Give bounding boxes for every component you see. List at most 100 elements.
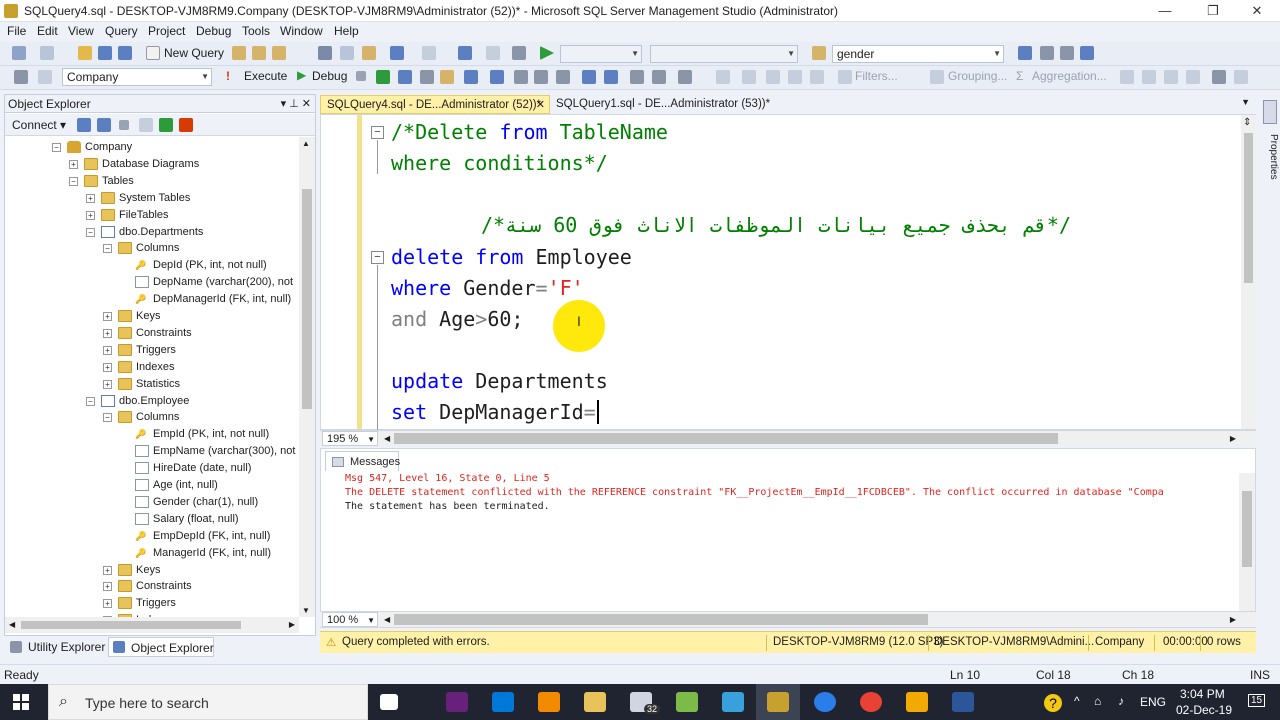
close-button[interactable]: ✕ (1234, 0, 1280, 22)
expand-icon[interactable]: + (103, 582, 112, 592)
dmx-query-icon[interactable] (272, 46, 286, 60)
clock-date[interactable]: 02-Dec-19 (1176, 703, 1232, 717)
decrease-indent-icon[interactable] (630, 70, 644, 84)
registered-servers-icon[interactable] (1018, 46, 1032, 60)
design-icon-6[interactable] (1234, 70, 1248, 84)
collapse-icon[interactable]: − (86, 227, 95, 237)
ssms-taskbar-item[interactable] (756, 684, 800, 720)
change-type-icon[interactable] (716, 70, 730, 84)
file-explorer-icon[interactable] (584, 692, 606, 712)
editor-hscroll-thumb[interactable] (394, 433, 1058, 444)
windows-start-icon[interactable] (13, 694, 29, 710)
refresh-icon[interactable] (159, 118, 173, 132)
messages-hscroll-thumb[interactable] (394, 614, 928, 625)
maximize-button[interactable]: ❐ (1190, 0, 1236, 22)
menu-project[interactable]: Project (148, 24, 185, 38)
app-icon[interactable] (722, 692, 744, 712)
menu-edit[interactable]: Edit (37, 24, 58, 38)
include-plan-icon[interactable] (464, 70, 478, 84)
scroll-thumb[interactable] (1244, 133, 1253, 283)
scroll-up-icon[interactable]: ▲ (302, 139, 310, 148)
design-icon-1[interactable] (1120, 70, 1134, 84)
execute-button[interactable]: Execute (244, 69, 287, 83)
connect-button[interactable]: Connect ▾ (12, 118, 66, 132)
expand-icon[interactable]: + (86, 210, 95, 220)
object-explorer-hscroll[interactable]: ◀ ▶ (5, 617, 299, 633)
show-diagram-icon[interactable] (766, 70, 780, 84)
messages-zoom-combo[interactable]: 100 % ▼ (322, 612, 378, 627)
panel-pin-close-icons[interactable]: ▾ ⊥ ✕ (281, 97, 311, 110)
db-query-icon[interactable] (232, 46, 246, 60)
expand-icon[interactable]: + (103, 565, 112, 575)
filter-icon[interactable] (139, 118, 153, 132)
show-hidden-icons[interactable]: ^ (1074, 694, 1080, 708)
expand-icon[interactable]: + (103, 312, 112, 321)
connect-icon[interactable] (14, 70, 28, 84)
scroll-thumb[interactable] (1242, 491, 1252, 567)
filters-button[interactable]: Filters... (855, 69, 898, 83)
query-options-icon[interactable] (420, 70, 434, 84)
grouping-button[interactable]: Grouping... (948, 69, 1007, 83)
design-icon-5[interactable] (1212, 70, 1226, 84)
tab-object-explorer[interactable]: Object Explorer (108, 637, 214, 657)
find-in-files-icon[interactable] (812, 46, 826, 60)
grouping-icon[interactable] (930, 70, 944, 84)
aggregation-button[interactable]: Aggregation... (1032, 69, 1107, 83)
client-stats-icon[interactable] (514, 70, 528, 84)
collapse-icon[interactable]: − (52, 143, 61, 152)
expand-icon[interactable]: + (103, 379, 112, 389)
results-grid-icon[interactable] (556, 70, 570, 84)
live-stats-icon[interactable] (490, 70, 504, 84)
increase-indent-icon[interactable] (652, 70, 666, 84)
collapse-icon[interactable]: − (69, 176, 78, 186)
scroll-right-icon[interactable]: ▶ (289, 620, 295, 629)
word-icon[interactable] (952, 692, 974, 712)
query-editor[interactable]: − − /*Delete from TableName where condit… (320, 114, 1256, 435)
edge-icon[interactable] (814, 692, 836, 712)
copy-icon[interactable] (340, 46, 354, 60)
stop-icon[interactable] (119, 120, 129, 130)
menu-file[interactable]: File (7, 24, 26, 38)
toolbox-icon[interactable] (1080, 46, 1094, 60)
results-text-icon[interactable] (534, 70, 548, 84)
scroll-left-icon[interactable]: ◀ (384, 434, 390, 443)
navigate-forward-icon[interactable] (486, 46, 500, 60)
search-combo[interactable]: gender ▼ (832, 45, 1004, 63)
platform-combo[interactable]: ▼ (650, 45, 798, 63)
expand-icon[interactable]: + (86, 193, 95, 203)
parse-icon[interactable] (376, 70, 390, 84)
taskbar-search[interactable]: ⌕ Type here to search (48, 684, 368, 720)
messages-vscroll[interactable] (1239, 473, 1255, 613)
filter-icon[interactable] (838, 70, 852, 84)
tab-overflow-icon[interactable]: ▼ (1241, 97, 1250, 107)
template-explorer-icon[interactable] (1040, 46, 1054, 60)
menu-query[interactable]: Query (105, 24, 138, 38)
language-indicator[interactable]: ENG (1140, 695, 1166, 709)
task-view-icon[interactable] (380, 694, 398, 710)
scroll-left-icon[interactable]: ◀ (384, 615, 390, 624)
navigate-back-icon[interactable] (458, 46, 472, 60)
expand-icon[interactable]: + (103, 328, 112, 338)
scroll-left-icon[interactable]: ◀ (9, 620, 15, 629)
show-sql-icon[interactable] (810, 70, 824, 84)
expand-icon[interactable]: + (103, 345, 112, 355)
editor-vscroll[interactable]: ⇕ (1241, 115, 1256, 429)
disconnect-icon[interactable] (97, 118, 111, 132)
scroll-thumb[interactable] (302, 189, 312, 409)
collapse-icon[interactable]: − (86, 396, 95, 406)
expand-icon[interactable]: + (103, 362, 112, 372)
properties-icon[interactable] (1060, 46, 1074, 60)
notifications-icon[interactable]: 15 (1248, 694, 1266, 707)
design-icon-2[interactable] (1142, 70, 1156, 84)
collapse-icon[interactable]: − (103, 244, 112, 254)
save-icon[interactable] (98, 46, 112, 60)
notepad-icon[interactable] (676, 692, 698, 712)
solution-config-combo[interactable]: ▼ (560, 45, 642, 63)
available-databases-combo[interactable]: Company ▼ (62, 68, 212, 86)
start-icon[interactable] (540, 46, 554, 60)
cancel-query-icon[interactable] (356, 71, 366, 81)
tab-messages[interactable]: Messages (325, 451, 400, 471)
expand-icon[interactable]: + (103, 599, 112, 609)
intellisense-icon[interactable] (440, 70, 454, 84)
add-item-icon[interactable] (40, 46, 54, 60)
